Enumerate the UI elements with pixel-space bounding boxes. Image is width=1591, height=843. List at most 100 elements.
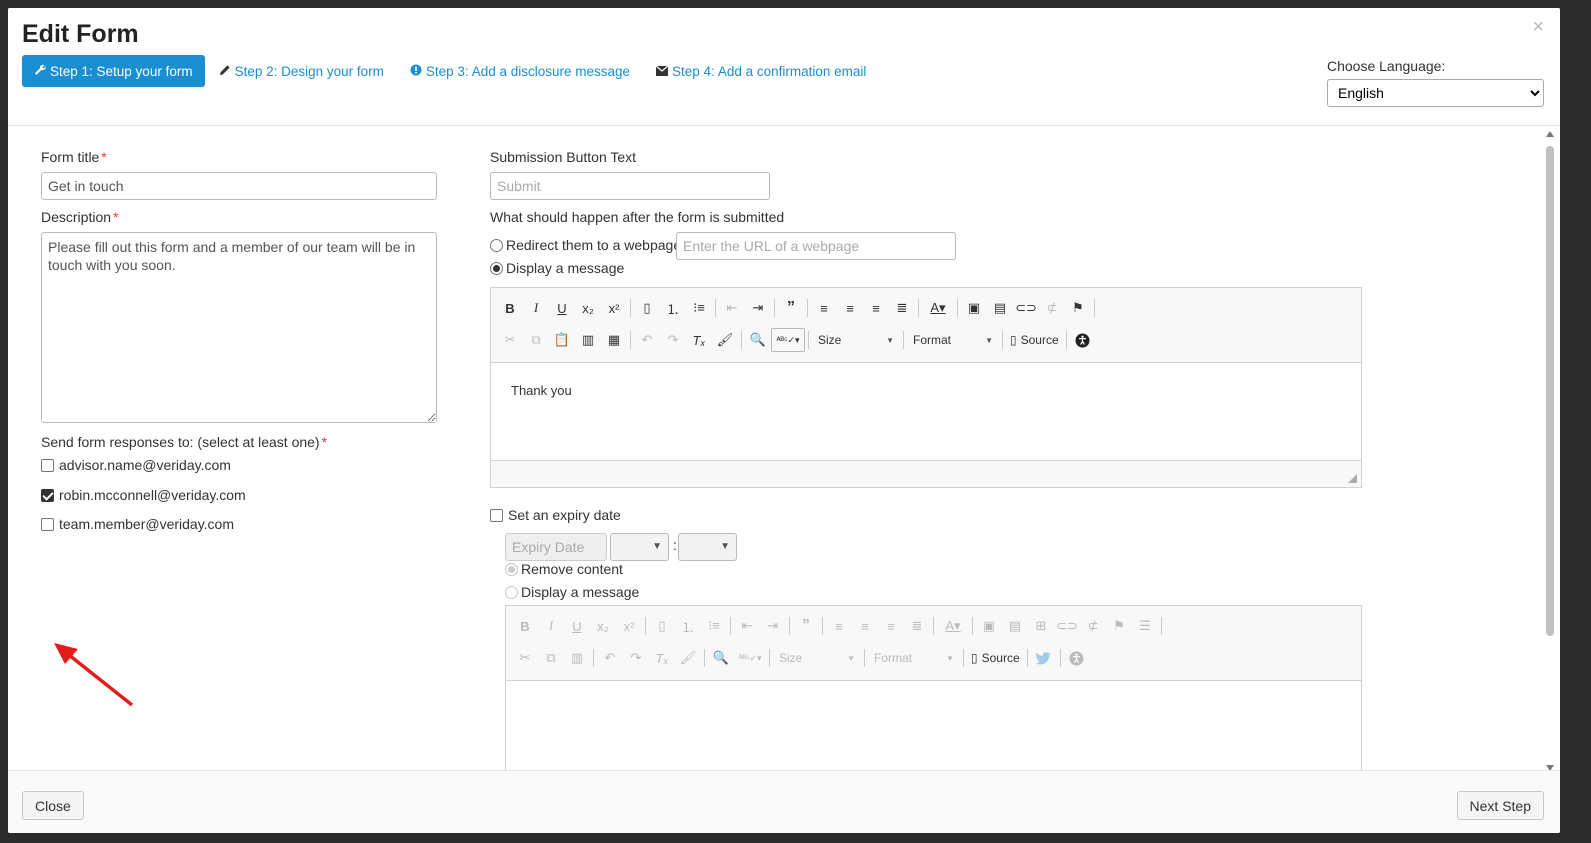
image-icon[interactable]: ▣ bbox=[976, 614, 1002, 638]
copy-format-icon[interactable]: 🖌 bbox=[675, 646, 701, 670]
expiry-checkbox[interactable] bbox=[490, 508, 503, 522]
size-dropdown[interactable]: Size ▼ bbox=[812, 328, 900, 352]
expiry-option[interactable]: Set an expiry date bbox=[490, 507, 621, 523]
paragraph-icon[interactable]: ▯ bbox=[634, 296, 660, 320]
text-color-icon[interactable]: A▾ bbox=[922, 296, 954, 320]
language-select[interactable]: English bbox=[1327, 79, 1544, 107]
table-icon[interactable]: ⊞ bbox=[1028, 614, 1054, 638]
redo-icon[interactable]: ↷ bbox=[623, 646, 649, 670]
tab-step-2[interactable]: Step 2: Design your form bbox=[219, 64, 384, 79]
recipient-row[interactable]: advisor.name@veriday.com bbox=[41, 457, 231, 473]
undo-icon[interactable]: ↶ bbox=[634, 328, 660, 352]
paragraph-icon[interactable]: ▯ bbox=[649, 614, 675, 638]
expiry-date-input[interactable] bbox=[505, 533, 607, 561]
cut-icon[interactable]: ✂ bbox=[512, 646, 538, 670]
indent-icon[interactable]: ⇥ bbox=[760, 614, 786, 638]
spellcheck-icon[interactable]: ᴬᴮᶜ✓▾ bbox=[771, 328, 805, 352]
bold-icon[interactable]: B bbox=[512, 614, 538, 638]
superscript-icon[interactable]: x² bbox=[616, 614, 642, 638]
unlink-icon[interactable]: ⊄ bbox=[1080, 614, 1106, 638]
anchor-flag-icon[interactable]: ⚑ bbox=[1106, 614, 1132, 638]
image-icon[interactable]: ▣ bbox=[961, 296, 987, 320]
redirect-radio[interactable] bbox=[490, 238, 503, 252]
align-left-icon[interactable]: ≡ bbox=[826, 614, 852, 638]
paste-text-icon[interactable]: ▥ bbox=[575, 328, 601, 352]
paste-icon[interactable]: 📋 bbox=[549, 328, 575, 352]
outdent-icon[interactable]: ⇤ bbox=[734, 614, 760, 638]
embed-media-icon[interactable]: ▤ bbox=[1002, 614, 1028, 638]
accessibility-icon[interactable] bbox=[1064, 646, 1090, 670]
text-color-icon[interactable]: A▾ bbox=[937, 614, 969, 638]
link-icon[interactable]: ⊂⊃ bbox=[1054, 614, 1080, 638]
format-dropdown[interactable]: Format ▼ bbox=[868, 646, 960, 670]
source-button[interactable]: ▯ Source bbox=[1006, 333, 1063, 347]
display-message-radio[interactable] bbox=[490, 261, 503, 275]
paste-icon[interactable]: ▥ bbox=[564, 646, 590, 670]
format-dropdown[interactable]: Format ▼ bbox=[907, 328, 999, 352]
numbered-list-icon[interactable]: ⒈ bbox=[660, 296, 686, 320]
align-right-icon[interactable]: ≡ bbox=[878, 614, 904, 638]
description-textarea[interactable] bbox=[41, 232, 437, 423]
redo-icon[interactable]: ↷ bbox=[660, 328, 686, 352]
italic-icon[interactable]: I bbox=[538, 614, 564, 638]
redirect-url-input[interactable] bbox=[676, 232, 956, 260]
recipient-row[interactable]: robin.mcconnell@veriday.com bbox=[41, 487, 246, 503]
align-left-icon[interactable]: ≡ bbox=[811, 296, 837, 320]
italic-icon[interactable]: I bbox=[523, 296, 549, 320]
accessibility-icon[interactable] bbox=[1070, 328, 1096, 352]
numbered-list-icon[interactable]: ⒈ bbox=[675, 614, 701, 638]
recipient-checkbox[interactable] bbox=[41, 517, 54, 531]
anchor-flag-icon[interactable]: ⚑ bbox=[1065, 296, 1091, 320]
blockquote-icon[interactable]: ” bbox=[778, 296, 804, 320]
justify-icon[interactable]: ≣ bbox=[889, 296, 915, 320]
undo-icon[interactable]: ↶ bbox=[597, 646, 623, 670]
scrollbar[interactable] bbox=[1546, 131, 1554, 770]
align-right-icon[interactable]: ≡ bbox=[863, 296, 889, 320]
remove-format-icon[interactable]: Tₓ bbox=[649, 646, 675, 670]
link-icon[interactable]: ⊂⊃ bbox=[1013, 296, 1039, 320]
redirect-option[interactable]: Redirect them to a webpage bbox=[490, 237, 681, 253]
align-center-icon[interactable]: ≡ bbox=[837, 296, 863, 320]
cut-icon[interactable]: ✂ bbox=[497, 328, 523, 352]
find-icon[interactable]: 🔍 bbox=[708, 646, 734, 670]
submit-button-text-input[interactable] bbox=[490, 172, 770, 200]
find-icon[interactable]: 🔍 bbox=[745, 328, 771, 352]
expiry-editor-content[interactable] bbox=[506, 681, 1361, 721]
tab-step-1[interactable]: Step 1: Setup your form bbox=[22, 55, 205, 87]
tab-step-4[interactable]: Step 4: Add a confirmation email bbox=[655, 64, 866, 79]
underline-icon[interactable]: U bbox=[549, 296, 575, 320]
close-button[interactable]: Close bbox=[22, 791, 84, 820]
copy-format-icon[interactable]: 🖌 bbox=[712, 328, 738, 352]
expiry-display-message-option[interactable]: Display a message bbox=[505, 584, 639, 600]
underline-icon[interactable]: U bbox=[564, 614, 590, 638]
remove-format-icon[interactable]: Tₓ bbox=[686, 328, 712, 352]
recipient-checkbox[interactable] bbox=[41, 488, 54, 502]
expiry-hour-select[interactable]: ▼ bbox=[610, 533, 669, 561]
unlink-icon[interactable]: ⊄ bbox=[1039, 296, 1065, 320]
scroll-up-arrow-icon[interactable] bbox=[1546, 131, 1554, 137]
align-center-icon[interactable]: ≡ bbox=[852, 614, 878, 638]
bulleted-list-icon[interactable]: ⁝≡ bbox=[686, 296, 712, 320]
form-title-input[interactable] bbox=[41, 172, 437, 200]
twitter-icon[interactable] bbox=[1031, 646, 1057, 670]
indent-icon[interactable]: ⇥ bbox=[745, 296, 771, 320]
subscript-icon[interactable]: x₂ bbox=[575, 296, 601, 320]
display-message-option[interactable]: Display a message bbox=[490, 260, 624, 276]
bulleted-list-icon[interactable]: ⁝≡ bbox=[701, 614, 727, 638]
expiry-minute-select[interactable]: ▼ bbox=[678, 533, 737, 561]
copy-icon[interactable]: ⧉ bbox=[538, 646, 564, 670]
outdent-icon[interactable]: ⇤ bbox=[719, 296, 745, 320]
copy-icon[interactable]: ⧉ bbox=[523, 328, 549, 352]
size-dropdown[interactable]: Size ▼ bbox=[773, 646, 861, 670]
justify-icon[interactable]: ≣ bbox=[904, 614, 930, 638]
resize-grip-icon[interactable] bbox=[1348, 474, 1357, 483]
editor-content[interactable]: Thank you bbox=[491, 363, 1361, 418]
superscript-icon[interactable]: x² bbox=[601, 296, 627, 320]
remove-content-option[interactable]: Remove content bbox=[505, 561, 623, 577]
paste-word-icon[interactable]: ▦ bbox=[601, 328, 627, 352]
spellcheck-icon[interactable]: ᴬᴮᶜ✓▾ bbox=[734, 646, 766, 670]
subscript-icon[interactable]: x₂ bbox=[590, 614, 616, 638]
source-button[interactable]: ▯ Source bbox=[967, 651, 1024, 665]
recipient-row[interactable]: team.member@veriday.com bbox=[41, 516, 234, 532]
close-icon[interactable]: × bbox=[1532, 16, 1544, 39]
